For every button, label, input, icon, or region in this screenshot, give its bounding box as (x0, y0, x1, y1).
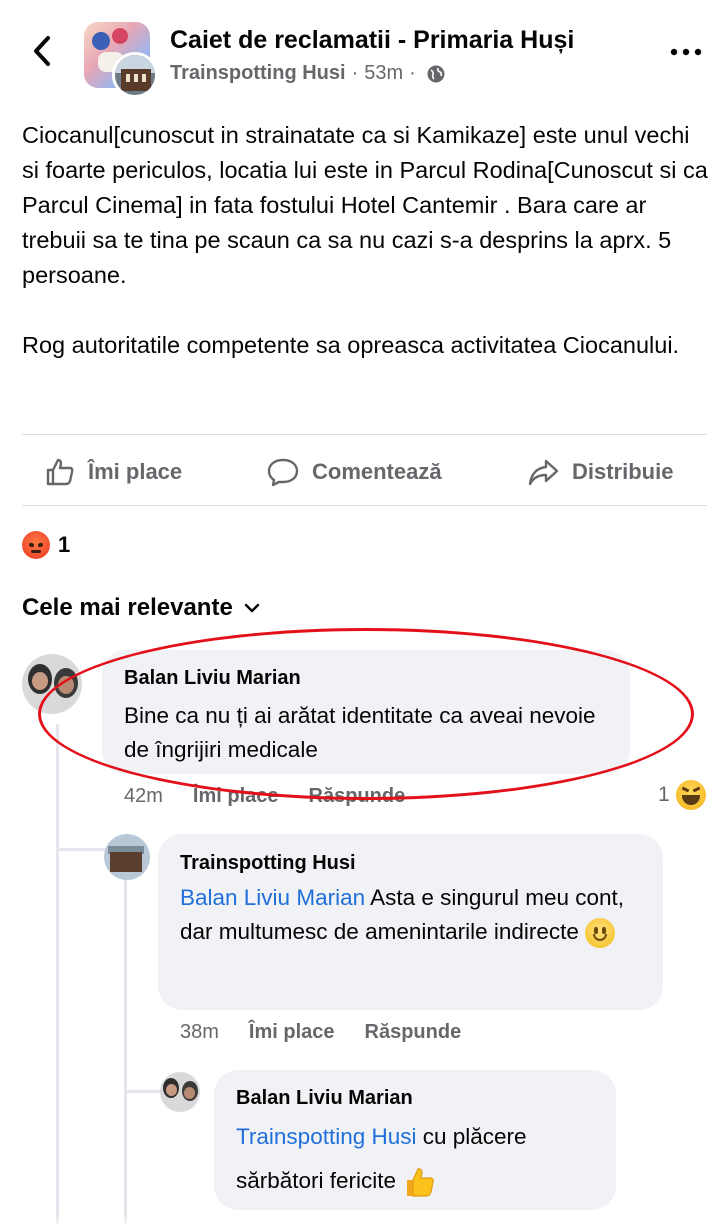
comment-text: Bine ca nu ți ai arătat identitate ca av… (124, 703, 596, 762)
thread-line (124, 870, 127, 1224)
post-actions: Îmi place Comentează Distribuie (0, 440, 728, 504)
commenter-name[interactable]: Balan Liviu Marian (124, 667, 301, 690)
comment-bubble: Balan Liviu Marian Bine ca nu ți ai arăt… (102, 650, 630, 774)
share-button[interactable]: Distribuie (526, 452, 673, 492)
author-avatar[interactable] (112, 52, 158, 98)
chevron-down-icon (244, 603, 259, 613)
commenter-avatar[interactable] (22, 654, 82, 714)
comment-text: Trainspotting Husi cu plăcere sărbători … (236, 1115, 606, 1203)
share-icon (528, 459, 559, 486)
comment-like-button[interactable]: Îmi place (249, 1021, 335, 1044)
haha-reaction-icon (675, 780, 706, 810)
globe-icon (427, 65, 445, 82)
thumbs-up-icon (46, 458, 74, 486)
comment-time: 42m (124, 785, 163, 807)
comment-body: sărbători fericite (236, 1168, 403, 1193)
back-arrow-icon[interactable] (26, 30, 58, 72)
like-label: Îmi place (88, 459, 183, 484)
comment-meta: 42m Îmi place Răspunde (124, 785, 435, 808)
thread-line (124, 1090, 164, 1093)
comment-sort-dropdown[interactable]: Cele mai relevante (22, 594, 261, 622)
post-meta: Trainspotting Husi · 53m · (170, 62, 446, 85)
reactions-summary[interactable]: 1 (22, 530, 70, 560)
reaction-count: 1 (58, 532, 71, 557)
commenter-name[interactable]: Trainspotting Husi (180, 852, 356, 875)
post-author[interactable]: Trainspotting Husi (170, 62, 346, 85)
divider (22, 505, 707, 506)
post-header: Caiet de reclamatii - Primaria Huși Trai… (0, 0, 728, 100)
group-title[interactable]: Caiet de reclamatii - Primaria Huși (170, 26, 574, 55)
comment-meta: 38m Îmi place Răspunde (180, 1021, 491, 1044)
smile-emoji-icon (585, 918, 616, 949)
comment-like-button[interactable]: Îmi place (193, 785, 279, 808)
thumbs-up-emoji-icon (407, 1168, 435, 1197)
comment-reactions[interactable]: 1 (658, 780, 706, 810)
comment-body: cu plăcere (416, 1124, 527, 1149)
divider (22, 434, 707, 435)
more-options-icon[interactable] (668, 36, 704, 64)
share-label: Distribuie (572, 459, 674, 484)
angry-reaction-icon (22, 531, 50, 559)
thread-line (56, 724, 59, 1224)
comment-bubble: Trainspotting Husi Balan Liviu Marian As… (158, 834, 663, 1010)
comment-reply-button[interactable]: Răspunde (309, 785, 406, 808)
thread-line (56, 848, 106, 851)
commenter-avatar[interactable] (104, 834, 150, 880)
post-time[interactable]: 53m (364, 62, 403, 85)
sort-label: Cele mai relevante (22, 594, 233, 621)
commenter-name[interactable]: Balan Liviu Marian (236, 1087, 413, 1110)
bottom-fade (0, 1214, 728, 1230)
comment-button[interactable]: Comentează (266, 452, 442, 492)
mention-link[interactable]: Balan Liviu Marian (180, 885, 365, 910)
mention-link[interactable]: Trainspotting Husi (236, 1124, 417, 1149)
comment-text: Balan Liviu Marian Asta e singurul meu c… (180, 881, 650, 949)
comment-icon (267, 458, 299, 487)
post-text: Ciocanul[cunoscut in strainatate ca si K… (22, 122, 708, 358)
comment-reply-button[interactable]: Răspunde (365, 1021, 462, 1044)
comment-time: 38m (180, 1021, 219, 1043)
comment-label: Comentează (312, 459, 442, 484)
commenter-avatar[interactable] (160, 1072, 200, 1112)
comment-bubble: Balan Liviu Marian Trainspotting Husi cu… (214, 1070, 616, 1210)
comment-reaction-count: 1 (658, 783, 670, 806)
like-button[interactable]: Îmi place (44, 452, 182, 492)
